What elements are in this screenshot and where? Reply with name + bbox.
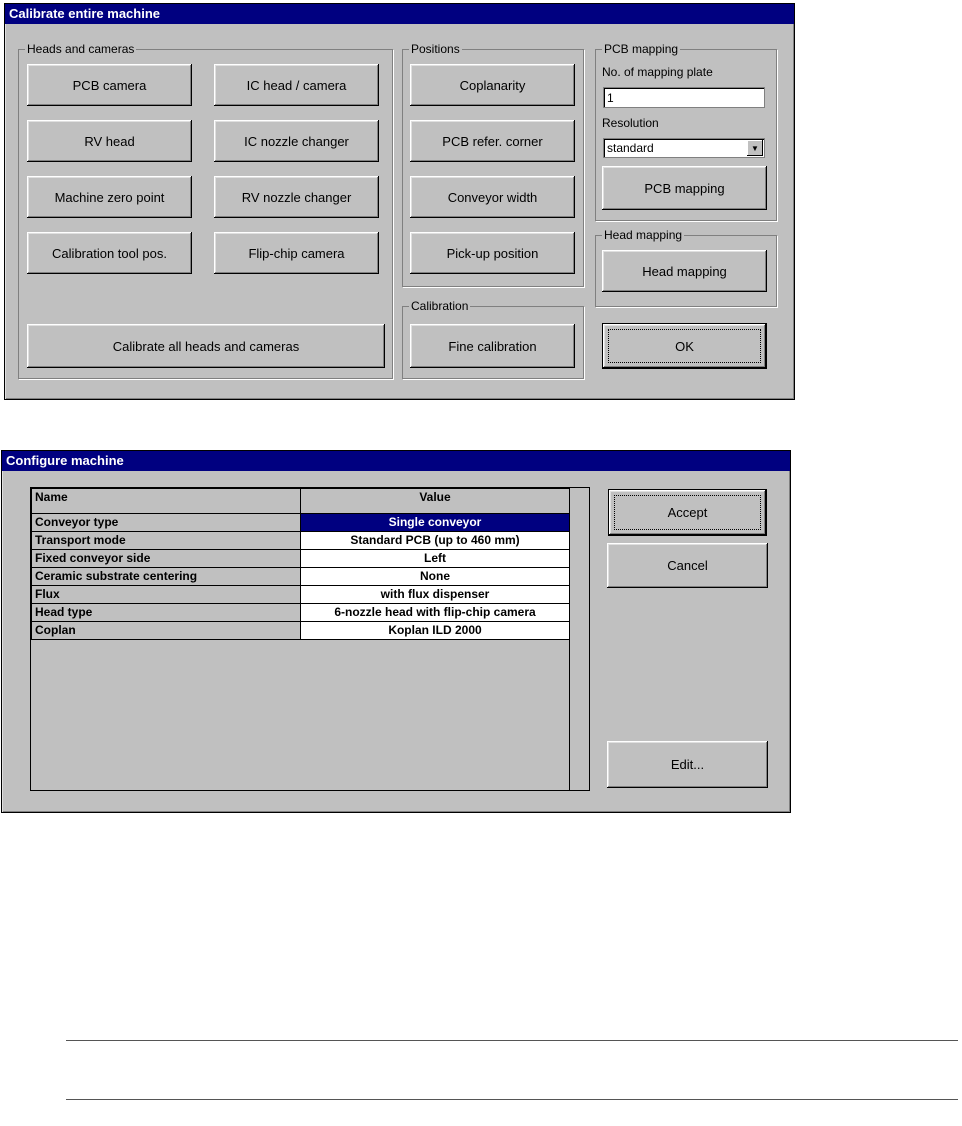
- pcb-mapping-label: PCB mapping: [602, 41, 681, 57]
- head-mapping-button[interactable]: Head mapping: [602, 250, 767, 292]
- configure-dialog: Configure machine Name Value Conveyor ty…: [1, 450, 791, 813]
- pcb-mapping-button[interactable]: PCB mapping: [602, 166, 767, 210]
- flip-chip-camera-button[interactable]: Flip-chip camera: [214, 232, 379, 274]
- ic-head-camera-button[interactable]: IC head / camera: [214, 64, 379, 106]
- fine-calibration-button[interactable]: Fine calibration: [410, 324, 575, 368]
- pick-up-position-button[interactable]: Pick-up position: [410, 232, 575, 274]
- row-name: Head type: [31, 603, 301, 622]
- calibration-tool-pos-button[interactable]: Calibration tool pos.: [27, 232, 192, 274]
- table-row[interactable]: Coplan Koplan ILD 2000: [31, 621, 570, 640]
- row-value[interactable]: Single conveyor: [300, 513, 570, 532]
- mapping-plate-input[interactable]: [603, 87, 765, 108]
- row-name: Ceramic substrate centering: [31, 567, 301, 586]
- row-name: Flux: [31, 585, 301, 604]
- cancel-button[interactable]: Cancel: [607, 543, 768, 588]
- ok-button[interactable]: OK: [602, 323, 767, 369]
- table-row[interactable]: Head type 6-nozzle head with flip-chip c…: [31, 603, 570, 622]
- table-row[interactable]: Conveyor type Single conveyor: [31, 513, 570, 532]
- heads-and-cameras-label: Heads and cameras: [25, 41, 137, 57]
- coplanarity-button[interactable]: Coplanarity: [410, 64, 575, 106]
- conveyor-width-button[interactable]: Conveyor width: [410, 176, 575, 218]
- row-name: Transport mode: [31, 531, 301, 550]
- resolution-label: Resolution: [602, 116, 659, 130]
- calibration-label: Calibration: [409, 298, 471, 314]
- row-name: Conveyor type: [31, 513, 301, 532]
- machine-zero-point-button[interactable]: Machine zero point: [27, 176, 192, 218]
- row-name: Fixed conveyor side: [31, 549, 301, 568]
- table-row[interactable]: Ceramic substrate centering None: [31, 567, 570, 586]
- row-value[interactable]: Koplan ILD 2000: [300, 621, 570, 640]
- pcb-refer-corner-button[interactable]: PCB refer. corner: [410, 120, 575, 162]
- grid-column-divider: [569, 488, 570, 790]
- head-mapping-label: Head mapping: [602, 227, 685, 243]
- column-header-value[interactable]: Value: [300, 488, 570, 514]
- row-value[interactable]: Left: [300, 549, 570, 568]
- divider-line: [66, 1040, 958, 1041]
- calibrate-all-button[interactable]: Calibrate all heads and cameras: [27, 324, 385, 368]
- rv-head-button[interactable]: RV head: [27, 120, 192, 162]
- row-value[interactable]: with flux dispenser: [300, 585, 570, 604]
- calibrate-dialog-title: Calibrate entire machine: [5, 4, 794, 24]
- resolution-selected-value: standard: [607, 141, 654, 155]
- positions-label: Positions: [409, 41, 462, 57]
- machine-config-grid[interactable]: Name Value Conveyor type Single conveyor…: [30, 487, 590, 791]
- divider-line: [66, 1099, 958, 1100]
- mapping-plate-label: No. of mapping plate: [602, 65, 713, 79]
- ic-nozzle-changer-button[interactable]: IC nozzle changer: [214, 120, 379, 162]
- accept-button[interactable]: Accept: [608, 489, 767, 536]
- row-value[interactable]: 6-nozzle head with flip-chip camera: [300, 603, 570, 622]
- pcb-camera-button[interactable]: PCB camera: [27, 64, 192, 106]
- calibrate-dialog: Calibrate entire machine Heads and camer…: [4, 3, 795, 400]
- config-table: Name Value Conveyor type Single conveyor…: [31, 488, 570, 640]
- resolution-select[interactable]: standard ▼: [603, 138, 765, 158]
- dropdown-arrow-icon[interactable]: ▼: [747, 140, 763, 156]
- configure-dialog-title: Configure machine: [2, 451, 790, 471]
- rv-nozzle-changer-button[interactable]: RV nozzle changer: [214, 176, 379, 218]
- row-value[interactable]: None: [300, 567, 570, 586]
- edit-button[interactable]: Edit...: [607, 741, 768, 788]
- row-name: Coplan: [31, 621, 301, 640]
- table-row[interactable]: Transport mode Standard PCB (up to 460 m…: [31, 531, 570, 550]
- column-header-name[interactable]: Name: [31, 488, 301, 514]
- row-value[interactable]: Standard PCB (up to 460 mm): [300, 531, 570, 550]
- table-row[interactable]: Fixed conveyor side Left: [31, 549, 570, 568]
- table-row[interactable]: Flux with flux dispenser: [31, 585, 570, 604]
